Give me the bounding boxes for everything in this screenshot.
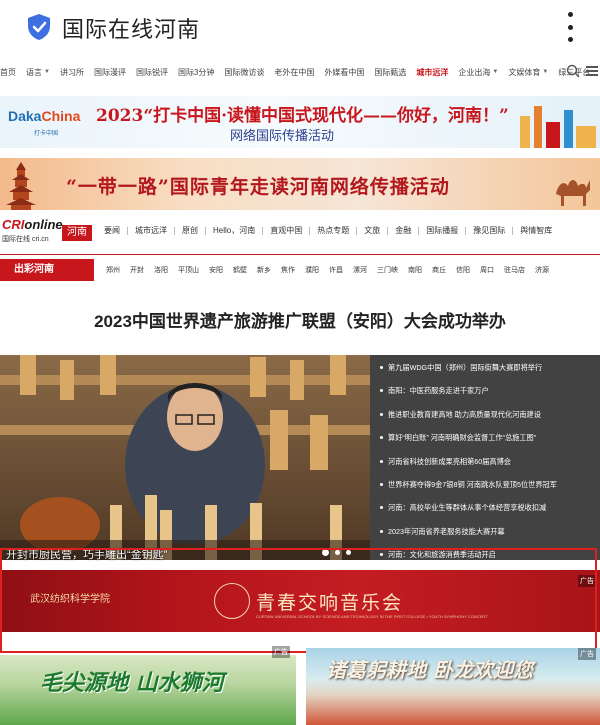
channel-item[interactable]: 国际播报 bbox=[426, 225, 466, 236]
chevron-down-icon: ▼ bbox=[542, 69, 549, 75]
cri-logo-sub: 国际在线 cri.cn bbox=[2, 236, 49, 243]
city-link[interactable]: 三门峡 bbox=[377, 265, 398, 275]
nav-item[interactable]: 国际锐评 bbox=[136, 67, 168, 78]
pagoda-icon bbox=[6, 162, 36, 210]
ad-tag: 广告 bbox=[272, 646, 290, 658]
channel-item[interactable]: Hello，河南 bbox=[213, 225, 263, 236]
news-item[interactable]: 第九届WDG中国（郑州）国际街舞大赛即将举行 bbox=[380, 363, 594, 386]
carving-craftsman-illustration bbox=[0, 355, 370, 560]
city-link[interactable]: 安阳 bbox=[209, 265, 223, 275]
chevron-down-icon: ▼ bbox=[44, 69, 50, 75]
camel-icon bbox=[556, 180, 590, 206]
city-link[interactable]: 南阳 bbox=[408, 265, 422, 275]
chevron-down-icon: ▼ bbox=[492, 69, 499, 75]
daka-china-logo-sub: 打卡中国 bbox=[34, 131, 59, 137]
henan-badge: 河南 bbox=[62, 225, 92, 241]
city-link[interactable]: 洛阳 bbox=[154, 265, 168, 275]
nav-item[interactable]: 首页 bbox=[0, 67, 16, 78]
daka-china-logo: DakaChina bbox=[8, 108, 81, 124]
city-bar-label: 出彩河南 bbox=[0, 259, 94, 281]
nav-item[interactable]: 文娱体育 ▼ bbox=[508, 67, 548, 78]
city-link[interactable]: 鹤壁 bbox=[233, 265, 247, 275]
channel-item[interactable]: 要闻 bbox=[104, 225, 128, 236]
city-link[interactable]: 许昌 bbox=[329, 265, 343, 275]
bottom-left-title: 毛尖源地 山水狮河 bbox=[40, 670, 224, 696]
news-item[interactable]: 南阳：中医药服务走进千家万户 bbox=[380, 386, 594, 409]
city-link[interactable]: 濮阳 bbox=[305, 265, 319, 275]
news-item[interactable]: 2023年河南省养老服务技能大赛开幕 bbox=[380, 527, 594, 550]
bottom-right-title: 诸葛躬耕地 卧龙欢迎您 bbox=[326, 658, 533, 682]
app-title: 国际在线河南 bbox=[62, 17, 201, 42]
news-item[interactable]: 河南：高校毕业生等群体从事个体经营享税收扣减 bbox=[380, 503, 594, 526]
banner1-subtitle: 网络国际传播活动 bbox=[230, 129, 335, 144]
city-link[interactable]: 济源 bbox=[535, 265, 549, 275]
city-link[interactable]: 驻马店 bbox=[504, 265, 525, 275]
nav-item[interactable]: 讲习所 bbox=[60, 67, 84, 78]
channel-item[interactable]: 文旅 bbox=[364, 225, 388, 236]
xinyang-tea-banner[interactable]: 毛尖源地 山水狮河 bbox=[0, 655, 296, 725]
nanyang-tourism-banner[interactable]: 诸葛躬耕地 卧龙欢迎您 bbox=[306, 648, 600, 725]
highlight-box bbox=[0, 548, 597, 653]
news-item[interactable]: 世界杯赛夺得9金7银8铜 河南跳水队登顶5位世界冠军 bbox=[380, 480, 594, 503]
site-nav: 首页 语言 ▼ 讲习所 国际漫评 国际锐评 国际3分钟 国际微访谈 老外在中国 外媒看中国 国际甄选… bbox=[0, 60, 600, 84]
more-options-icon[interactable] bbox=[566, 12, 574, 42]
divider bbox=[0, 254, 600, 255]
channel-item[interactable]: 原创 bbox=[182, 225, 206, 236]
city-link[interactable]: 商丘 bbox=[432, 265, 446, 275]
news-item[interactable]: 算好“明白账” 河南明确财会监督工作“总施工图” bbox=[380, 433, 594, 456]
ad-tag: 广告 bbox=[578, 648, 596, 660]
city-link[interactable]: 周口 bbox=[480, 265, 494, 275]
channel-item[interactable]: 舆情智库 bbox=[520, 225, 552, 236]
headline[interactable]: 2023中国世界遗产旅游推广联盟（安阳）大会成功举办 bbox=[0, 307, 600, 332]
city-list: 郑州 开封 洛阳 平顶山 安阳 鹤壁 新乡 焦作 濮阳 许昌 漯河 三门峡 南阳 商丘 信阳 周口 驻马店 济源 bbox=[106, 265, 559, 275]
city-bar: 出彩河南 郑州 开封 洛阳 平顶山 安阳 鹤壁 新乡 焦作 濮阳 许昌 漯河 三门峡 南阳 商丘 信阳 周口驻… bbox=[0, 259, 600, 281]
nav-item[interactable]: 企业出海 ▼ bbox=[458, 67, 498, 78]
channel-item[interactable]: 热点专题 bbox=[317, 225, 357, 236]
nav-item[interactable]: 老外在中国 bbox=[274, 67, 314, 78]
cri-logo[interactable]: CRIonline 国际在线 cri.cn 河南 bbox=[0, 217, 96, 245]
app-bar: 国际在线河南 bbox=[0, 0, 600, 54]
hero-image[interactable] bbox=[0, 355, 370, 560]
city-link[interactable]: 焦作 bbox=[281, 265, 295, 275]
nav-item[interactable]: 国际3分钟 bbox=[178, 67, 214, 78]
channel-item[interactable]: 豫见国际 bbox=[473, 225, 513, 236]
channel-nav: 要闻 城市远洋 原创 Hello，河南 直观中国 热点专题 文旅 金融 国际播报 豫见国际 舆情智库 bbox=[104, 225, 600, 236]
nav-item[interactable]: 语言 ▼ bbox=[26, 67, 50, 78]
banner1-title: 2023“打卡中国·读懂中国式现代化——你好，河南！” bbox=[96, 106, 509, 126]
city-link[interactable]: 漯河 bbox=[353, 265, 367, 275]
daka-china-banner[interactable]: DakaChina 打卡中国 2023“打卡中国·读懂中国式现代化——你好，河南… bbox=[0, 96, 600, 148]
shield-check-icon bbox=[28, 14, 50, 40]
nav-item[interactable]: 国际漫评 bbox=[94, 67, 126, 78]
nav-item[interactable]: 城市远洋 bbox=[416, 67, 448, 78]
nav-item[interactable]: 国际微访谈 bbox=[224, 67, 264, 78]
channel-item[interactable]: 金融 bbox=[395, 225, 419, 236]
banner2-title: “一带一路”国际青年走读河南网络传播活动 bbox=[66, 176, 450, 198]
news-list: 第九届WDG中国（郑州）国际街舞大赛即将举行 南阳：中医药服务走进千家万户 推进职业… bbox=[370, 355, 600, 560]
news-item[interactable]: 推进职业教育建高地 助力高质量现代化河南建设 bbox=[380, 410, 594, 433]
city-link[interactable]: 开封 bbox=[130, 265, 144, 275]
city-link[interactable]: 平顶山 bbox=[178, 265, 199, 275]
news-item[interactable]: 河南省科技创新成果亮相第60届高博会 bbox=[380, 457, 594, 480]
city-link[interactable]: 郑州 bbox=[106, 265, 120, 275]
search-icon[interactable] bbox=[566, 64, 580, 78]
channel-item[interactable]: 城市远洋 bbox=[135, 225, 175, 236]
belt-road-banner[interactable]: “一带一路”国际青年走读河南网络传播活动 bbox=[0, 158, 600, 210]
city-skyline-icon bbox=[520, 106, 596, 148]
channel-item[interactable]: 直观中国 bbox=[270, 225, 310, 236]
nav-item[interactable]: 国际甄选 bbox=[374, 67, 406, 78]
nav-item[interactable]: 外媒看中国 bbox=[324, 67, 364, 78]
city-link[interactable]: 信阳 bbox=[456, 265, 470, 275]
menu-icon[interactable] bbox=[586, 66, 598, 76]
city-link[interactable]: 新乡 bbox=[257, 265, 271, 275]
